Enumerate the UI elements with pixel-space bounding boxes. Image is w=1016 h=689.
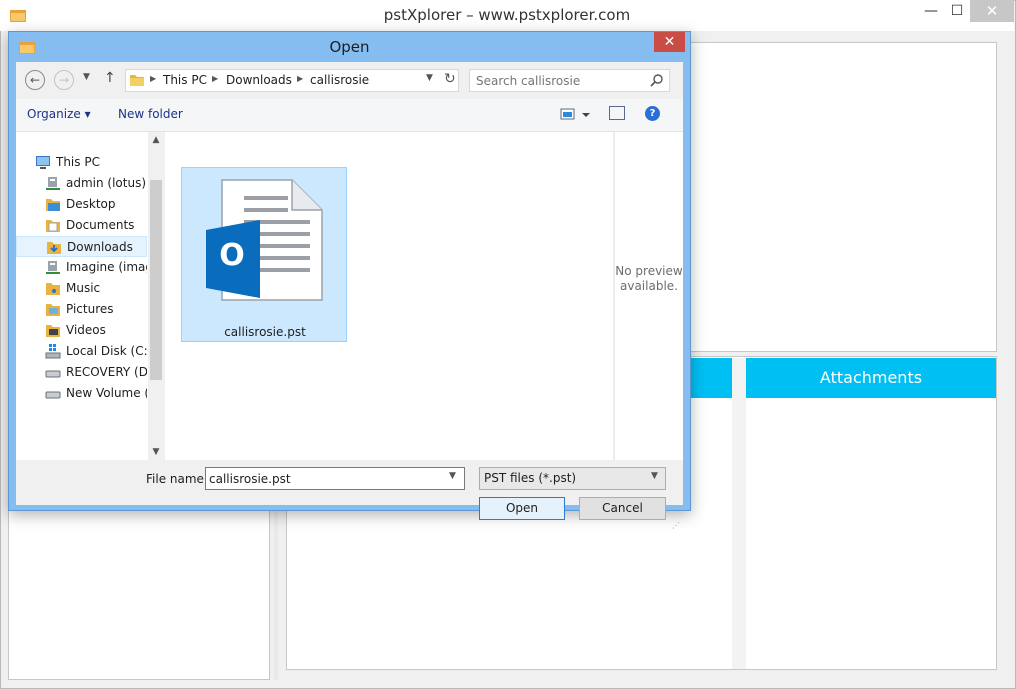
drive-icon — [45, 391, 61, 399]
network-drive-icon — [46, 177, 60, 190]
scroll-up-icon[interactable]: ▲ — [148, 132, 164, 148]
file-name-input[interactable] — [209, 470, 439, 487]
app-title: pstXplorer – www.pstxplorer.com — [383, 6, 631, 24]
breadcrumb-downloads[interactable]: Downloads — [226, 73, 292, 87]
dialog-preview-pane: No preview available. — [614, 132, 683, 460]
dialog-body: ← → ▼ ↑ ▶ This PC ▶ Downloads ▶ callisro… — [16, 62, 683, 530]
nav-item-label: Local Disk (C:) — [66, 344, 147, 358]
chevron-down-icon[interactable]: ▼ — [449, 471, 456, 481]
folder-icon — [130, 75, 144, 86]
file-name-label: File name: — [146, 472, 208, 486]
folder-icon — [46, 325, 60, 337]
nav-item-pictures[interactable]: Pictures — [16, 299, 147, 320]
folder-icon — [46, 304, 60, 316]
folder-icon — [46, 220, 60, 232]
folder-icon — [46, 199, 60, 211]
file-list[interactable]: O callisrosie.pst — [165, 132, 613, 460]
file-name-label: callisrosie.pst — [224, 325, 306, 339]
chevron-down-icon: ▼ — [83, 72, 90, 82]
preview-line: No preview — [615, 264, 683, 278]
new-folder-button[interactable]: New folder — [118, 107, 183, 121]
nav-item-label: This PC — [56, 155, 100, 169]
nav-item-label: Pictures — [66, 302, 114, 316]
maximize-button[interactable]: ☐ — [944, 0, 970, 22]
system-drive-icon — [45, 344, 61, 359]
nav-item-local-disk-c[interactable]: Local Disk (C:) — [16, 341, 147, 362]
nav-item-documents[interactable]: Documents — [16, 215, 147, 236]
preview-message: No preview available. — [615, 264, 683, 294]
folder-icon — [46, 283, 60, 295]
open-button[interactable]: Open — [479, 497, 565, 520]
attachments-tab[interactable]: Attachments — [746, 358, 996, 398]
nav-item-label: RECOVERY (D:) — [66, 365, 147, 379]
up-button[interactable]: ↑ — [104, 70, 116, 86]
nav-item-music[interactable]: Music — [16, 278, 147, 299]
nav-item-label: Downloads — [67, 240, 133, 254]
file-type-value: PST files (*.pst) — [484, 471, 577, 485]
back-button[interactable]: ← — [25, 70, 45, 90]
address-bar[interactable]: ▶ This PC ▶ Downloads ▶ callisrosie ▼ ↻ — [125, 69, 459, 92]
nav-item-downloads[interactable]: Downloads — [16, 236, 147, 257]
preview-pane-toggle-icon[interactable] — [609, 106, 625, 120]
recent-locations-button[interactable]: ▼ — [83, 72, 90, 82]
search-input[interactable] — [476, 72, 646, 89]
nav-item-imagine[interactable]: Imagine (imagi — [16, 257, 147, 278]
cancel-button[interactable]: Cancel — [579, 497, 666, 520]
minimize-button[interactable]: — — [918, 0, 944, 22]
search-icon — [650, 74, 663, 87]
change-view-icon[interactable] — [560, 107, 590, 123]
chevron-down-icon: ▼ — [651, 471, 658, 481]
preview-line: available. — [620, 279, 678, 293]
navigation-pane[interactable]: This PC admin (lotus) Desktop Documents … — [16, 132, 164, 460]
breadcrumb-separator-icon: ▶ — [212, 74, 219, 83]
nav-scrollbar-thumb[interactable] — [150, 180, 162, 380]
file-type-select[interactable]: PST files (*.pst) ▼ — [479, 467, 666, 490]
file-name-combobox[interactable]: ▼ — [205, 467, 465, 490]
nav-item-label: Music — [66, 281, 101, 295]
nav-item-label: Videos — [66, 323, 106, 337]
computer-icon — [36, 156, 50, 169]
nav-item-this-pc[interactable]: This PC — [16, 152, 147, 173]
message-tab[interactable] — [688, 358, 732, 398]
file-item[interactable]: O callisrosie.pst — [181, 167, 347, 342]
dialog-close-button[interactable]: ✕ — [654, 32, 685, 52]
search-box[interactable] — [469, 69, 670, 92]
breadcrumb-separator-icon: ▶ — [150, 74, 157, 83]
outlook-letter: O — [219, 238, 245, 273]
nav-item-label: New Volume (H — [66, 386, 147, 400]
nav-item-label: Documents — [66, 218, 135, 232]
nav-item-label: Imagine (imagi — [66, 260, 147, 274]
address-history-dropdown-icon[interactable]: ▼ — [426, 73, 433, 83]
pane-gap — [732, 358, 746, 669]
network-drive-icon — [46, 261, 60, 274]
refresh-icon[interactable]: ↻ — [444, 71, 456, 87]
nav-item-videos[interactable]: Videos — [16, 320, 147, 341]
resize-grip-icon[interactable]: ⋰ — [672, 521, 680, 530]
breadcrumb-this-pc[interactable]: This PC — [163, 73, 207, 87]
app-titlebar: pstXplorer – www.pstxplorer.com — ☐ ✕ — [0, 0, 1014, 31]
open-dialog: Open ✕ ← → ▼ ↑ ▶ This PC ▶ Downloads ▶ c… — [8, 31, 691, 530]
downloads-folder-icon — [47, 242, 61, 254]
help-icon[interactable]: ? — [645, 106, 660, 121]
breadcrumb-separator-icon: ▶ — [297, 74, 304, 83]
nav-item-label: admin (lotus) — [66, 176, 147, 190]
forward-button[interactable]: → — [54, 70, 74, 90]
scroll-down-icon[interactable]: ▼ — [148, 444, 164, 460]
nav-item-new-volume-h[interactable]: New Volume (H — [16, 383, 147, 404]
dialog-title: Open — [329, 38, 370, 56]
nav-item-label: Desktop — [66, 197, 116, 211]
arrow-up-icon: ↑ — [104, 70, 116, 86]
arrow-right-icon: → — [58, 73, 70, 87]
app-close-button[interactable]: ✕ — [970, 0, 1014, 22]
drive-icon — [45, 370, 61, 378]
arrow-left-icon: ← — [29, 73, 41, 87]
nav-item-admin-lotus[interactable]: admin (lotus) — [16, 173, 147, 194]
nav-item-desktop[interactable]: Desktop — [16, 194, 147, 215]
organize-button[interactable]: Organize ▾ — [27, 107, 91, 121]
command-bar: Organize ▾ New folder ? — [16, 99, 683, 132]
breadcrumb-callisrosie[interactable]: callisrosie — [310, 73, 369, 87]
nav-item-recovery-d[interactable]: RECOVERY (D:) — [16, 362, 147, 383]
